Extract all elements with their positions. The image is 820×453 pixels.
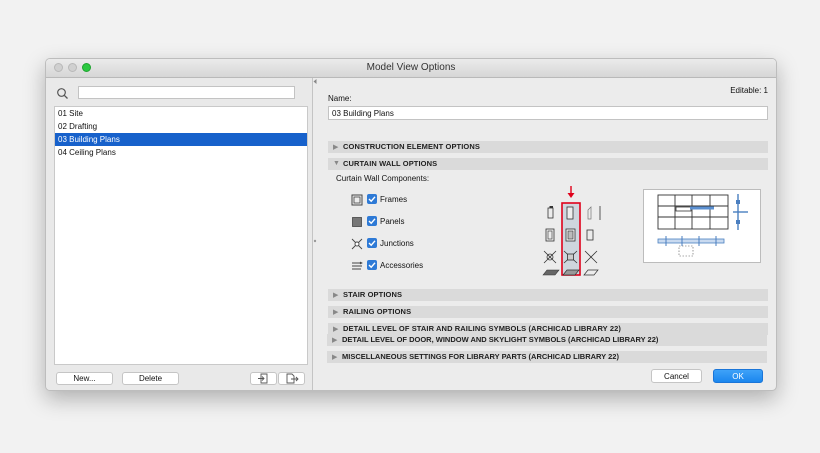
section-curtain-wall-options[interactable]: ▼ CURTAIN WALL OPTIONS bbox=[328, 158, 768, 170]
checkmark-icon bbox=[368, 240, 376, 247]
checkmark-icon bbox=[368, 196, 376, 203]
import-icon bbox=[257, 373, 267, 384]
view-list: 01 Site 02 Drafting 03 Building Plans 04… bbox=[54, 106, 308, 365]
accessories-checkbox[interactable] bbox=[367, 260, 377, 270]
name-label: Name: bbox=[328, 94, 352, 103]
disclosure-right-icon: ▶ bbox=[333, 144, 339, 151]
cancel-button[interactable]: Cancel bbox=[651, 369, 702, 383]
editable-status: Editable: 1 bbox=[730, 86, 768, 95]
checkmark-icon bbox=[368, 218, 376, 225]
name-field[interactable] bbox=[328, 106, 768, 120]
junctions-label: Junctions bbox=[380, 239, 414, 248]
curtain-wall-components-label: Curtain Wall Components: bbox=[336, 174, 430, 183]
section-detail-level-door-window[interactable]: ▶ DETAIL LEVEL OF DOOR, WINDOW AND SKYLI… bbox=[327, 334, 767, 346]
title-bar: Model View Options bbox=[46, 59, 776, 78]
section-construction-element-options[interactable]: ▶ CONSTRUCTION ELEMENT OPTIONS bbox=[328, 141, 768, 153]
section-stair-options[interactable]: ▶ STAIR OPTIONS bbox=[328, 289, 768, 301]
sidebar: 01 Site 02 Drafting 03 Building Plans 04… bbox=[46, 78, 313, 390]
disclosure-right-icon: ▶ bbox=[332, 337, 338, 344]
delete-button[interactable]: Delete bbox=[122, 372, 179, 385]
new-button[interactable]: New... bbox=[56, 372, 113, 385]
curtain-wall-preview bbox=[643, 189, 761, 263]
section-miscellaneous-library-parts[interactable]: ▶ MISCELLANEOUS SETTINGS FOR LIBRARY PAR… bbox=[327, 351, 767, 363]
junctions-icon bbox=[351, 238, 363, 250]
disclosure-right-icon: ▶ bbox=[333, 292, 339, 299]
section-railing-options[interactable]: ▶ RAILING OPTIONS bbox=[328, 306, 768, 318]
detail-level-icon-grid bbox=[542, 186, 601, 276]
panels-checkbox[interactable] bbox=[367, 216, 377, 226]
checkmark-icon bbox=[368, 262, 376, 269]
disclosure-right-icon: ▶ bbox=[333, 326, 339, 333]
frames-checkbox[interactable] bbox=[367, 194, 377, 204]
accessories-icon bbox=[352, 261, 363, 270]
frames-label: Frames bbox=[380, 195, 408, 204]
curtain-wall-preview-icon bbox=[657, 194, 748, 257]
list-item[interactable]: 04 Ceiling Plans bbox=[55, 146, 307, 159]
search-input[interactable] bbox=[78, 86, 295, 99]
disclosure-right-icon: ▶ bbox=[333, 309, 339, 316]
window-title: Model View Options bbox=[366, 62, 456, 73]
panels-label: Panels bbox=[380, 217, 405, 226]
import-button[interactable] bbox=[250, 372, 277, 385]
disclosure-down-icon: ▼ bbox=[333, 160, 340, 167]
frames-icon bbox=[351, 194, 363, 206]
export-button[interactable] bbox=[278, 372, 305, 385]
list-item[interactable]: 01 Site bbox=[55, 107, 307, 120]
search-icon bbox=[57, 88, 68, 99]
panels-icon bbox=[352, 217, 362, 227]
ok-button[interactable]: OK bbox=[713, 369, 763, 383]
junctions-checkbox[interactable] bbox=[367, 238, 377, 248]
list-item-selected[interactable]: 03 Building Plans bbox=[55, 133, 307, 146]
list-item[interactable]: 02 Drafting bbox=[55, 120, 307, 133]
disclosure-right-icon: ▶ bbox=[332, 354, 338, 361]
export-icon bbox=[286, 373, 299, 384]
accessories-label: Accessories bbox=[380, 261, 424, 270]
